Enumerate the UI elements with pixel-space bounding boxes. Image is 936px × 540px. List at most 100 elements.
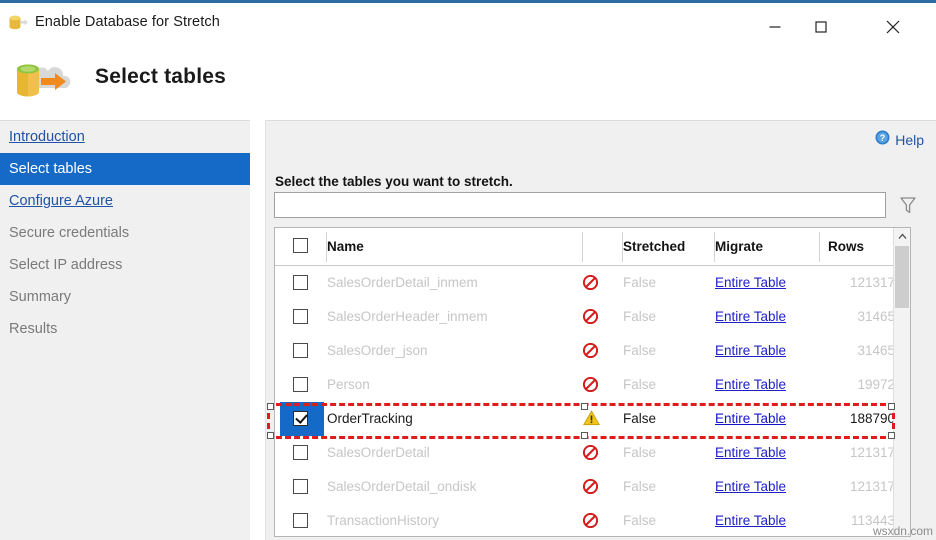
sidebar-item-select-ip-address[interactable]: Select IP address: [0, 249, 250, 281]
wizard-sidebar: Introduction Select tables Configure Azu…: [0, 120, 250, 540]
blocked-icon: [583, 445, 598, 460]
table-row[interactable]: SalesOrderDetail_inmem False Entire Tabl…: [275, 266, 910, 300]
scrollbar-thumb[interactable]: [895, 246, 909, 308]
row-name: SalesOrderHeader_inmem: [327, 300, 583, 334]
table-row[interactable]: TransactionHistory False Entire Table 11…: [275, 504, 910, 537]
filter-input[interactable]: [275, 193, 885, 217]
database-cloud-arrow-icon: [10, 52, 82, 104]
row-count: 121317: [820, 436, 895, 470]
row-checkbox[interactable]: [293, 513, 308, 528]
row-select-cell[interactable]: [275, 504, 327, 537]
window-title: Enable Database for Stretch: [35, 14, 220, 30]
row-checkbox[interactable]: [293, 309, 308, 324]
column-divider: [622, 232, 623, 262]
table-row[interactable]: SalesOrderDetail_ondisk False Entire Tab…: [275, 470, 910, 504]
row-name: SalesOrderDetail: [327, 436, 583, 470]
funnel-filter-icon[interactable]: [897, 194, 919, 216]
sidebar-item-introduction[interactable]: Introduction: [0, 121, 250, 153]
column-divider: [582, 232, 583, 262]
svg-text:?: ?: [880, 133, 886, 143]
row-select-cell[interactable]: [275, 470, 327, 504]
grid-vertical-scrollbar[interactable]: [893, 228, 910, 536]
minimize-button[interactable]: [752, 6, 798, 47]
table-row-selected[interactable]: OrderTracking False Entire Table 188790: [275, 402, 910, 436]
row-checkbox[interactable]: [293, 275, 308, 290]
row-select-cell[interactable]: [275, 334, 327, 368]
help-link[interactable]: ? Help: [875, 130, 924, 150]
blocked-icon: [583, 343, 598, 358]
scroll-up-icon[interactable]: [894, 228, 910, 245]
row-stretched: False: [623, 504, 713, 537]
row-select-cell[interactable]: [275, 266, 327, 300]
watermark: wsxdn.com: [873, 524, 933, 538]
row-name: OrderTracking: [327, 402, 583, 436]
help-circle-icon: ?: [875, 130, 890, 150]
row-migrate-link[interactable]: Entire Table: [715, 368, 815, 402]
sidebar-item-summary[interactable]: Summary: [0, 281, 250, 313]
sidebar-item-secure-credentials[interactable]: Secure credentials: [0, 217, 250, 249]
grid-rows: SalesOrderDetail_inmem False Entire Tabl…: [275, 266, 910, 536]
column-divider: [326, 232, 327, 262]
row-select-cell[interactable]: [275, 300, 327, 334]
warning-icon: [583, 411, 600, 426]
content-panel: ? Help Select the tables you want to str…: [265, 120, 936, 540]
row-migrate-link[interactable]: Entire Table: [715, 402, 815, 436]
column-header-stretched[interactable]: Stretched: [623, 228, 713, 265]
table-row[interactable]: Person False Entire Table 19972: [275, 368, 910, 402]
row-name: TransactionHistory: [327, 504, 583, 537]
sidebar-item-configure-azure[interactable]: Configure Azure: [0, 185, 250, 217]
stretch-database-icon: [8, 13, 30, 33]
column-header-migrate[interactable]: Migrate: [715, 228, 815, 265]
sidebar-content-gap: [250, 120, 265, 540]
row-count: 19972: [820, 368, 895, 402]
instruction-text: Select the tables you want to stretch.: [275, 174, 513, 189]
row-count: 121317: [820, 266, 895, 300]
row-count: 31465: [820, 334, 895, 368]
table-row[interactable]: SalesOrderHeader_inmem False Entire Tabl…: [275, 300, 910, 334]
row-checkbox[interactable]: [293, 411, 308, 426]
column-header-name[interactable]: Name: [327, 228, 583, 265]
row-count: 121317: [820, 470, 895, 504]
row-select-cell[interactable]: [275, 402, 327, 436]
blocked-icon: [583, 275, 598, 290]
row-stretched: False: [623, 266, 713, 300]
sidebar-item-results[interactable]: Results: [0, 313, 250, 345]
row-name: SalesOrder_json: [327, 334, 583, 368]
row-migrate-link[interactable]: Entire Table: [715, 266, 815, 300]
row-checkbox[interactable]: [293, 445, 308, 460]
row-stretched: False: [623, 402, 713, 436]
row-select-cell[interactable]: [275, 436, 327, 470]
row-count: 31465: [820, 300, 895, 334]
row-migrate-link[interactable]: Entire Table: [715, 334, 815, 368]
row-migrate-link[interactable]: Entire Table: [715, 436, 815, 470]
page-header: Select tables: [0, 44, 936, 118]
row-checkbox[interactable]: [293, 479, 308, 494]
select-all-checkbox[interactable]: [293, 238, 308, 253]
blocked-icon: [583, 479, 598, 494]
filter-row: [274, 192, 922, 218]
row-stretched: False: [623, 436, 713, 470]
filter-input-wrapper[interactable]: [274, 192, 886, 218]
row-migrate-link[interactable]: Entire Table: [715, 470, 815, 504]
column-header-rows[interactable]: Rows: [828, 228, 903, 265]
select-all-cell[interactable]: [275, 228, 327, 265]
row-select-cell[interactable]: [275, 368, 327, 402]
row-count: 188790: [820, 402, 895, 436]
blocked-icon: [583, 377, 598, 392]
close-button[interactable]: [870, 6, 916, 47]
row-migrate-link[interactable]: Entire Table: [715, 300, 815, 334]
row-stretched: False: [623, 300, 713, 334]
row-migrate-link[interactable]: Entire Table: [715, 504, 815, 537]
title-bar: Enable Database for Stretch: [0, 3, 936, 44]
table-row[interactable]: SalesOrderDetail False Entire Table 1213…: [275, 436, 910, 470]
maximize-button[interactable]: [798, 6, 844, 47]
row-name: Person: [327, 368, 583, 402]
sidebar-item-select-tables[interactable]: Select tables: [0, 153, 250, 185]
row-checkbox[interactable]: [293, 377, 308, 392]
row-stretched: False: [623, 470, 713, 504]
table-row[interactable]: SalesOrder_json False Entire Table 31465: [275, 334, 910, 368]
help-label: Help: [895, 132, 924, 148]
row-name: SalesOrderDetail_inmem: [327, 266, 583, 300]
grid-header-row: Name Stretched Migrate Rows: [275, 228, 910, 266]
row-checkbox[interactable]: [293, 343, 308, 358]
